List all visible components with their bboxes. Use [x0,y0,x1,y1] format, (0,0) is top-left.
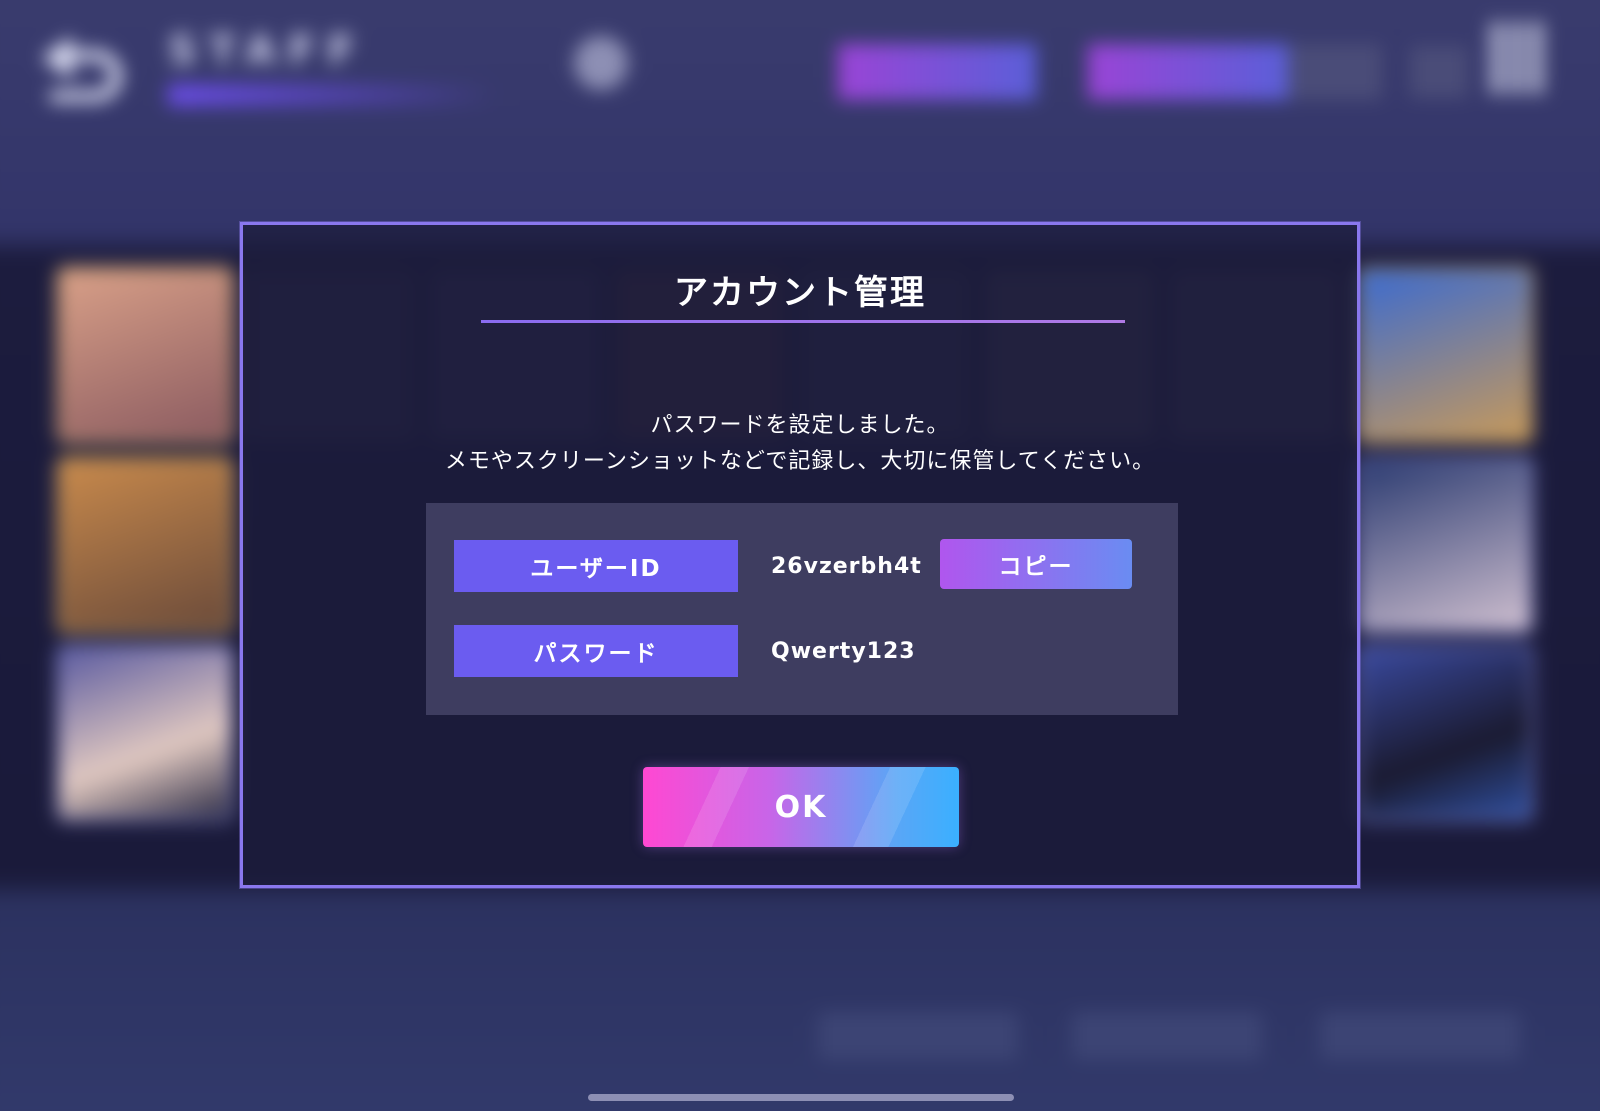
credentials-panel: ユーザーID 26vzerbh4t コピー パスワード Qwerty123 [426,503,1178,715]
grid-view-icon[interactable] [1490,22,1550,94]
game-screen: STAFF アカウント管理 パスワードを設定しました。 メモやスクリーンショット… [0,0,1600,1111]
user-id-value: 26vzerbh4t [771,554,922,579]
title-divider [481,320,1125,323]
account-management-dialog: アカウント管理 パスワードを設定しました。 メモやスクリーンショットなどで記録し… [240,222,1360,888]
bottom-button[interactable] [1320,1012,1520,1060]
character-card[interactable] [1360,460,1530,630]
message-line-1: パスワードを設定しました。 [650,413,950,438]
character-card[interactable] [60,460,230,630]
character-card[interactable] [1360,270,1530,440]
character-card[interactable] [60,270,230,440]
back-arrow-icon[interactable] [42,36,140,110]
password-value: Qwerty123 [771,639,916,664]
copy-button[interactable]: コピー [940,539,1132,589]
sort-toggle[interactable] [1288,44,1382,100]
character-card[interactable] [60,648,230,818]
character-card[interactable] [1360,648,1530,818]
bottom-button[interactable] [818,1012,1018,1060]
message-line-2: メモやスクリーンショットなどで記録し、大切に保管してください。 [444,449,1156,474]
user-id-label: ユーザーID [454,540,738,592]
home-indicator[interactable] [588,1094,1014,1101]
info-icon[interactable] [574,36,628,90]
heart-icon[interactable] [1410,46,1468,98]
password-label: パスワード [454,625,738,677]
sort-button[interactable] [1088,44,1288,100]
bottom-button[interactable] [1072,1012,1262,1060]
staff-progress-bar [168,84,498,106]
ok-button[interactable]: OK [643,767,959,847]
staff-header-label: STAFF [168,28,367,74]
dialog-title: アカウント管理 [674,273,926,313]
filter-button[interactable] [838,44,1036,100]
